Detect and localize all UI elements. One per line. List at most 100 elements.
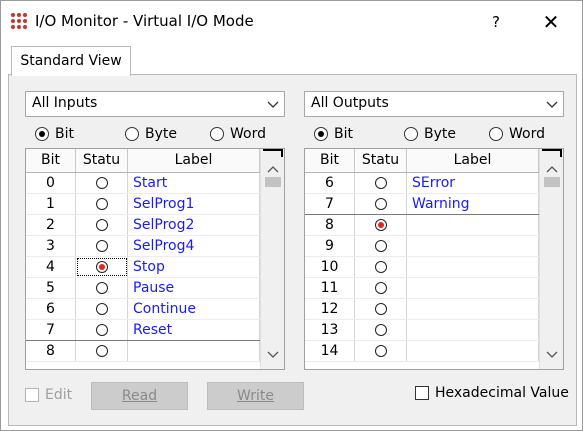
table-row[interactable]: 3 SelProg4 xyxy=(26,236,260,257)
scroll-up-icon[interactable] xyxy=(265,163,281,175)
inputs-radio-bit[interactable]: Bit xyxy=(35,123,74,145)
table-row[interactable]: 4 Stop xyxy=(26,257,260,278)
hexadecimal-checkbox[interactable]: Hexadecimal Value xyxy=(415,385,569,401)
scroll-thumb[interactable] xyxy=(544,177,560,187)
status-cell[interactable] xyxy=(76,173,128,193)
close-button[interactable]: ✕ xyxy=(536,9,566,35)
status-cell[interactable] xyxy=(355,278,407,298)
outputs-scrollbar[interactable] xyxy=(539,149,563,369)
status-on-icon[interactable] xyxy=(374,219,387,231)
tab-standard-view[interactable]: Standard View xyxy=(11,46,131,76)
table-row[interactable]: 7 Reset xyxy=(26,320,260,341)
outputs-radio-byte[interactable]: Byte xyxy=(404,123,456,145)
status-off-icon[interactable] xyxy=(95,345,108,357)
table-row[interactable]: 8 xyxy=(26,341,260,362)
scroll-down-icon[interactable] xyxy=(265,349,281,361)
status-off-icon[interactable] xyxy=(95,240,108,252)
io-monitor-window: I/O Monitor - Virtual I/O Mode ? ✕ Stand… xyxy=(0,0,583,431)
status-off-icon[interactable] xyxy=(374,177,387,189)
status-cell[interactable] xyxy=(355,236,407,256)
scroll-corner-mark xyxy=(542,149,562,157)
status-cell[interactable] xyxy=(76,194,128,214)
table-row[interactable]: 5 Pause xyxy=(26,278,260,299)
status-cell[interactable] xyxy=(355,320,407,340)
status-cell[interactable] xyxy=(76,257,128,277)
table-row[interactable]: 2 SelProg2 xyxy=(26,215,260,236)
checkbox-icon xyxy=(25,388,39,402)
status-cell[interactable] xyxy=(355,215,407,235)
status-cell[interactable] xyxy=(355,173,407,193)
col-header-label[interactable]: Label xyxy=(407,149,539,172)
chevron-down-icon xyxy=(267,101,279,108)
label-cell: SError xyxy=(407,173,539,193)
col-header-bit[interactable]: Bit xyxy=(26,149,76,172)
outputs-radio-word[interactable]: Word xyxy=(489,123,545,145)
inputs-radio-byte-label: Byte xyxy=(145,126,177,142)
status-off-icon[interactable] xyxy=(95,303,108,315)
status-on-icon[interactable] xyxy=(95,261,108,273)
status-off-icon[interactable] xyxy=(95,282,108,294)
scroll-up-icon[interactable] xyxy=(544,163,560,175)
outputs-radio-bit[interactable]: Bit xyxy=(314,123,353,145)
outputs-filter-combo[interactable]: All Outputs xyxy=(304,91,564,117)
col-header-bit[interactable]: Bit xyxy=(305,149,355,172)
table-row[interactable]: 10 xyxy=(305,257,539,278)
status-cell[interactable] xyxy=(76,236,128,256)
table-row[interactable]: 12 xyxy=(305,299,539,320)
table-row[interactable]: 6 Continue xyxy=(26,299,260,320)
status-cell[interactable] xyxy=(355,299,407,319)
status-cell[interactable] xyxy=(355,341,407,361)
status-cell[interactable] xyxy=(76,278,128,298)
inputs-radio-word[interactable]: Word xyxy=(210,123,266,145)
col-header-label[interactable]: Label xyxy=(128,149,260,172)
inputs-scrollbar[interactable] xyxy=(260,149,284,369)
table-row[interactable]: 14 xyxy=(305,341,539,362)
status-off-icon[interactable] xyxy=(374,282,387,294)
table-row[interactable]: 11 xyxy=(305,278,539,299)
label-cell xyxy=(407,299,539,319)
status-cell[interactable] xyxy=(76,341,128,361)
table-row[interactable]: 13 xyxy=(305,320,539,341)
table-row[interactable]: 8 xyxy=(305,215,539,236)
status-off-icon[interactable] xyxy=(95,324,108,336)
app-icon xyxy=(11,13,29,31)
status-off-icon[interactable] xyxy=(374,324,387,336)
bit-cell: 11 xyxy=(305,278,355,298)
table-row[interactable]: 6 SError xyxy=(305,173,539,194)
table-row[interactable]: 1 SelProg1 xyxy=(26,194,260,215)
edit-checkbox[interactable]: Edit xyxy=(25,387,72,403)
bit-cell: 6 xyxy=(305,173,355,193)
col-header-status[interactable]: Statu xyxy=(355,149,407,172)
status-off-icon[interactable] xyxy=(374,303,387,315)
inputs-filter-combo[interactable]: All Inputs xyxy=(25,91,285,117)
help-button[interactable]: ? xyxy=(481,9,511,35)
status-cell[interactable] xyxy=(76,299,128,319)
status-cell[interactable] xyxy=(355,257,407,277)
inputs-radio-byte[interactable]: Byte xyxy=(125,123,177,145)
read-button[interactable]: Read xyxy=(91,382,188,410)
status-off-icon[interactable] xyxy=(95,177,108,189)
table-row[interactable]: 9 xyxy=(305,236,539,257)
scroll-thumb[interactable] xyxy=(265,177,281,187)
label-cell xyxy=(407,320,539,340)
scroll-down-icon[interactable] xyxy=(544,349,560,361)
status-cell[interactable] xyxy=(76,215,128,235)
status-off-icon[interactable] xyxy=(374,261,387,273)
status-off-icon[interactable] xyxy=(374,240,387,252)
status-cell[interactable] xyxy=(355,194,407,214)
col-header-status[interactable]: Statu xyxy=(76,149,128,172)
status-cell[interactable] xyxy=(76,320,128,340)
status-off-icon[interactable] xyxy=(95,219,108,231)
status-off-icon[interactable] xyxy=(95,198,108,210)
label-cell: Reset xyxy=(128,320,260,340)
table-row[interactable]: 7 Warning xyxy=(305,194,539,215)
radio-unselected-icon xyxy=(404,127,418,141)
outputs-radio-word-label: Word xyxy=(509,126,545,142)
status-off-icon[interactable] xyxy=(374,345,387,357)
outputs-grid: Bit Statu Label 6 SError 7 Warning 8 9 10 11 12 1… xyxy=(304,148,564,370)
inputs-grid-header: Bit Statu Label xyxy=(26,149,260,173)
table-row[interactable]: 0 Start xyxy=(26,173,260,194)
write-button[interactable]: Write xyxy=(207,382,304,410)
status-off-icon[interactable] xyxy=(374,198,387,210)
scroll-corner-mark xyxy=(263,149,283,157)
